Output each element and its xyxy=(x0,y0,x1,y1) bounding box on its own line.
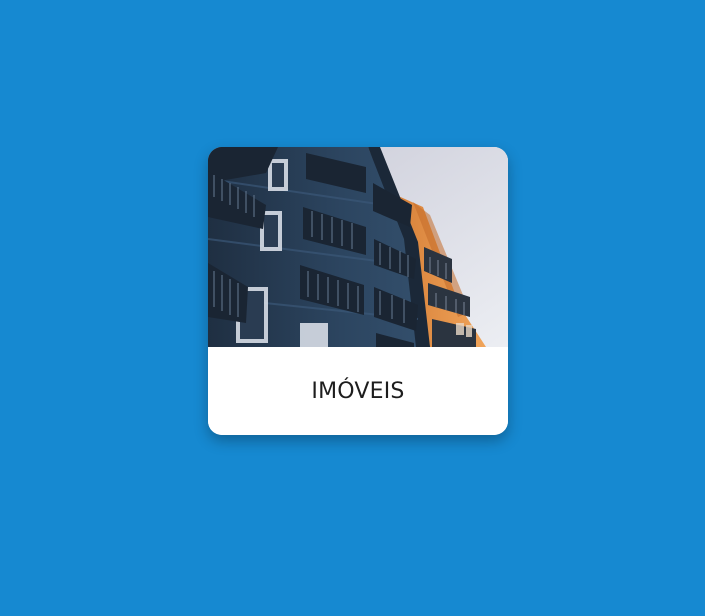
imoveis-category-card[interactable]: IMÓVEIS xyxy=(208,147,508,435)
card-label: IMÓVEIS xyxy=(311,378,405,404)
card-label-area[interactable]: IMÓVEIS xyxy=(208,347,508,435)
apartment-building-image xyxy=(208,147,508,347)
